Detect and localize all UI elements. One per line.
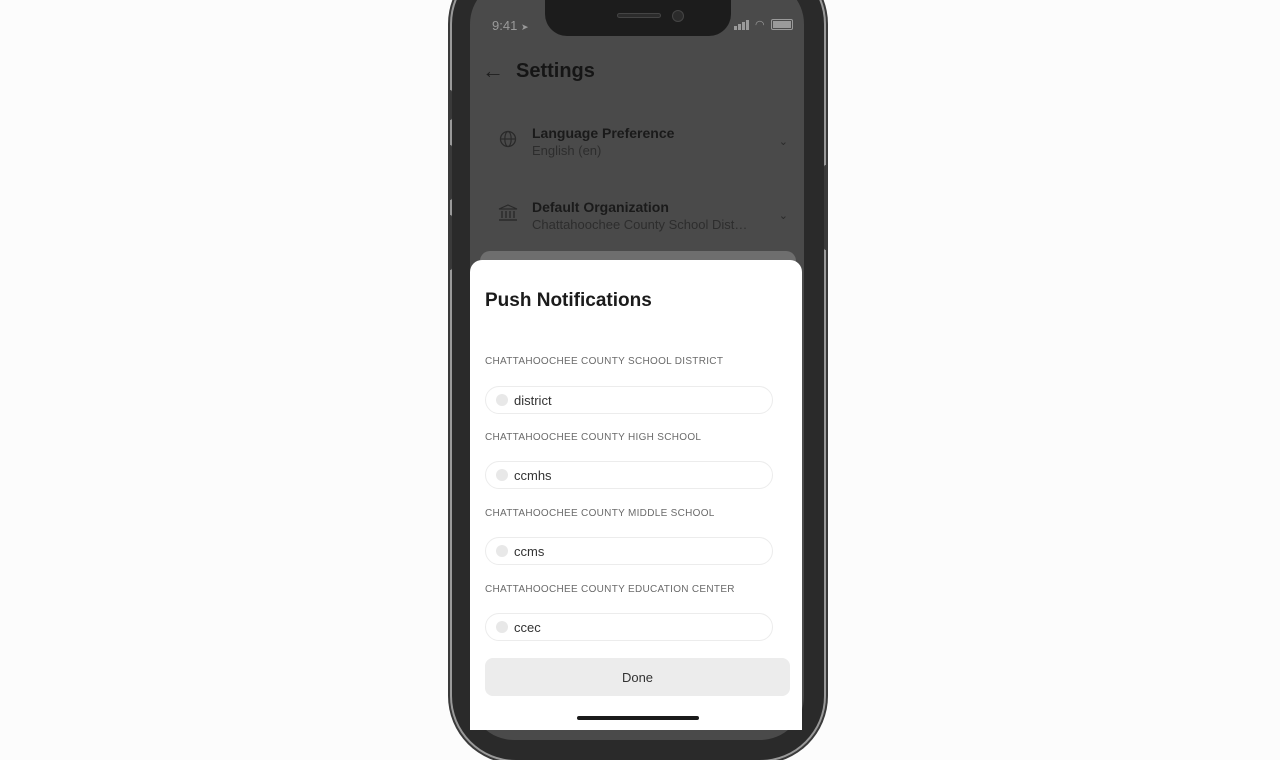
radio-unselected-icon bbox=[496, 545, 508, 557]
option-ccec[interactable]: ccec bbox=[485, 613, 773, 641]
globe-icon bbox=[496, 130, 520, 153]
wifi-icon: ◠ bbox=[755, 19, 765, 31]
radio-unselected-icon bbox=[496, 621, 508, 633]
sheet-title: Push Notifications bbox=[485, 290, 652, 311]
location-arrow-icon: ➤ bbox=[520, 22, 529, 32]
setting-value: English (en) bbox=[532, 142, 602, 158]
option-ccms[interactable]: ccms bbox=[485, 537, 773, 565]
status-time-text: 9:41 bbox=[492, 18, 518, 33]
push-notifications-sheet: Push Notifications CHATTAHOOCHEE COUNTY … bbox=[470, 260, 802, 730]
front-camera bbox=[672, 10, 684, 22]
page-title: Settings bbox=[516, 59, 595, 82]
status-icons: ◠ bbox=[734, 18, 793, 31]
phone-side-button-power bbox=[824, 165, 828, 250]
done-button[interactable]: Done bbox=[485, 658, 790, 696]
group-label: CHATTAHOOCHEE COUNTY HIGH SCHOOL bbox=[485, 432, 702, 443]
option-label: ccmhs bbox=[514, 467, 552, 483]
group-label: CHATTAHOOCHEE COUNTY EDUCATION CENTER bbox=[485, 584, 735, 595]
setting-value: Chattahoochee County School District bbox=[532, 216, 750, 232]
group-label: CHATTAHOOCHEE COUNTY MIDDLE SCHOOL bbox=[485, 508, 715, 519]
option-label: district bbox=[514, 392, 552, 408]
setting-default-organization[interactable]: Default Organization Chattahoochee Count… bbox=[496, 186, 788, 244]
chevron-down-icon: ⌄ bbox=[778, 209, 788, 222]
battery-icon bbox=[770, 19, 793, 30]
speaker-grille bbox=[617, 13, 661, 18]
status-time: 9:41 ➤ bbox=[492, 18, 528, 33]
signal-icon bbox=[734, 19, 749, 30]
option-district[interactable]: district bbox=[485, 386, 773, 414]
group-label: CHATTAHOOCHEE COUNTY SCHOOL DISTRICT bbox=[485, 356, 724, 367]
setting-title: Default Organization bbox=[532, 198, 669, 215]
option-label: ccec bbox=[514, 619, 541, 635]
setting-language-preference[interactable]: Language Preference English (en) ⌄ bbox=[496, 112, 788, 170]
notch bbox=[545, 0, 731, 36]
radio-unselected-icon bbox=[496, 469, 508, 481]
option-ccmhs[interactable]: ccmhs bbox=[485, 461, 773, 489]
building-icon bbox=[496, 203, 520, 227]
home-indicator bbox=[577, 716, 699, 720]
setting-title: Language Preference bbox=[532, 124, 675, 141]
settings-header: ← Settings bbox=[482, 58, 595, 84]
radio-unselected-icon bbox=[496, 394, 508, 406]
phone-side-button-mute bbox=[448, 90, 452, 120]
back-arrow-icon[interactable]: ← bbox=[482, 58, 504, 84]
phone-side-button-volume-up bbox=[448, 145, 452, 200]
chevron-down-icon: ⌄ bbox=[778, 135, 788, 148]
option-label: ccms bbox=[514, 543, 545, 559]
phone-side-button-volume-down bbox=[448, 215, 452, 270]
